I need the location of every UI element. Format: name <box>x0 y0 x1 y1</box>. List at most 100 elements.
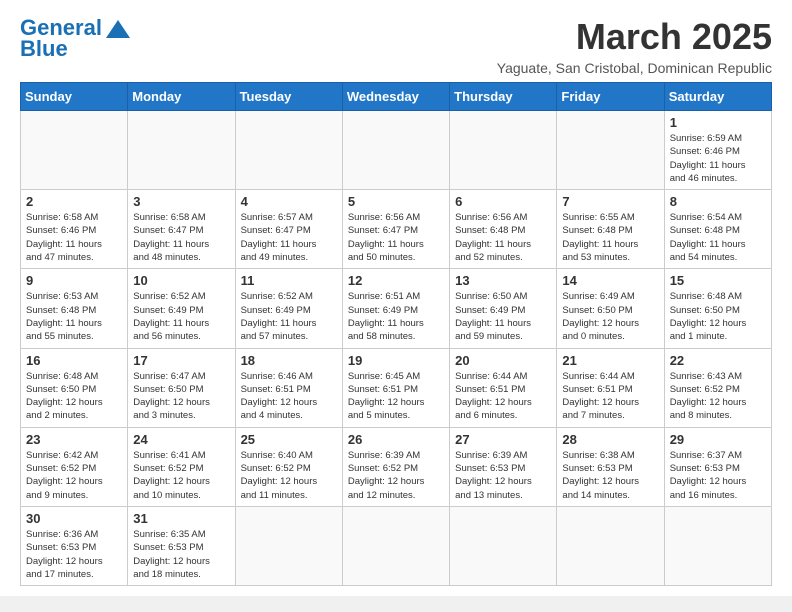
calendar-day-cell: 3 Sunrise: 6:58 AM Sunset: 6:47 PM Daylig… <box>128 190 235 269</box>
day-number: 7 <box>562 194 658 209</box>
day-info: Sunrise: 6:45 AM Sunset: 6:51 PM Dayligh… <box>348 370 444 423</box>
calendar-body: 1 Sunrise: 6:59 AM Sunset: 6:46 PM Daylig… <box>21 111 772 586</box>
logo: General Blue <box>20 16 132 62</box>
calendar-day-cell: 8 Sunrise: 6:54 AM Sunset: 6:48 PM Daylig… <box>664 190 771 269</box>
logo-blue-text: Blue <box>20 36 68 62</box>
header-friday: Friday <box>557 83 664 111</box>
calendar-day-cell: 28 Sunrise: 6:38 AM Sunset: 6:53 PM Dayli… <box>557 427 664 506</box>
page: General Blue March 2025 Yaguate, San Cri… <box>0 0 792 596</box>
day-info: Sunrise: 6:52 AM Sunset: 6:49 PM Dayligh… <box>241 290 337 343</box>
day-info: Sunrise: 6:59 AM Sunset: 6:46 PM Dayligh… <box>670 132 766 185</box>
calendar-day-cell: 30 Sunrise: 6:36 AM Sunset: 6:53 PM Dayli… <box>21 506 128 585</box>
day-number: 5 <box>348 194 444 209</box>
day-info: Sunrise: 6:56 AM Sunset: 6:47 PM Dayligh… <box>348 211 444 264</box>
day-info: Sunrise: 6:58 AM Sunset: 6:46 PM Dayligh… <box>26 211 122 264</box>
calendar-day-cell <box>128 111 235 190</box>
day-info: Sunrise: 6:40 AM Sunset: 6:52 PM Dayligh… <box>241 449 337 502</box>
calendar-day-cell: 6Sunrise: 6:56 AM Sunset: 6:48 PM Daylig… <box>450 190 557 269</box>
calendar-day-cell <box>450 506 557 585</box>
day-number: 8 <box>670 194 766 209</box>
calendar-day-cell <box>664 506 771 585</box>
header-saturday: Saturday <box>664 83 771 111</box>
calendar-week-row: 9 Sunrise: 6:53 AM Sunset: 6:48 PM Daylig… <box>21 269 772 348</box>
header-sunday: Sunday <box>21 83 128 111</box>
day-info: Sunrise: 6:48 AM Sunset: 6:50 PM Dayligh… <box>26 370 122 423</box>
day-number: 25 <box>241 432 337 447</box>
day-number: 14 <box>562 273 658 288</box>
day-info: Sunrise: 6:52 AM Sunset: 6:49 PM Dayligh… <box>133 290 229 343</box>
day-number: 28 <box>562 432 658 447</box>
day-number: 24 <box>133 432 229 447</box>
day-info: Sunrise: 6:47 AM Sunset: 6:50 PM Dayligh… <box>133 370 229 423</box>
calendar-day-cell: 29 Sunrise: 6:37 AM Sunset: 6:53 PM Dayli… <box>664 427 771 506</box>
day-info: Sunrise: 6:44 AM Sunset: 6:51 PM Dayligh… <box>562 370 658 423</box>
day-info: Sunrise: 6:58 AM Sunset: 6:47 PM Dayligh… <box>133 211 229 264</box>
calendar-day-cell: 23Sunrise: 6:42 AM Sunset: 6:52 PM Dayli… <box>21 427 128 506</box>
day-info: Sunrise: 6:37 AM Sunset: 6:53 PM Dayligh… <box>670 449 766 502</box>
day-number: 10 <box>133 273 229 288</box>
day-info: Sunrise: 6:55 AM Sunset: 6:48 PM Dayligh… <box>562 211 658 264</box>
calendar-day-cell: 15Sunrise: 6:48 AM Sunset: 6:50 PM Dayli… <box>664 269 771 348</box>
calendar-day-cell: 20 Sunrise: 6:44 AM Sunset: 6:51 PM Dayli… <box>450 348 557 427</box>
day-info: Sunrise: 6:35 AM Sunset: 6:53 PM Dayligh… <box>133 528 229 581</box>
calendar-week-row: 30 Sunrise: 6:36 AM Sunset: 6:53 PM Dayli… <box>21 506 772 585</box>
day-number: 29 <box>670 432 766 447</box>
day-number: 12 <box>348 273 444 288</box>
calendar-day-cell: 11 Sunrise: 6:52 AM Sunset: 6:49 PM Dayli… <box>235 269 342 348</box>
day-info: Sunrise: 6:49 AM Sunset: 6:50 PM Dayligh… <box>562 290 658 343</box>
header: General Blue March 2025 Yaguate, San Cri… <box>20 16 772 76</box>
day-info: Sunrise: 6:42 AM Sunset: 6:52 PM Dayligh… <box>26 449 122 502</box>
day-info: Sunrise: 6:46 AM Sunset: 6:51 PM Dayligh… <box>241 370 337 423</box>
day-info: Sunrise: 6:50 AM Sunset: 6:49 PM Dayligh… <box>455 290 551 343</box>
day-number: 30 <box>26 511 122 526</box>
day-number: 16 <box>26 353 122 368</box>
calendar-day-cell: 16 Sunrise: 6:48 AM Sunset: 6:50 PM Dayli… <box>21 348 128 427</box>
day-info: Sunrise: 6:41 AM Sunset: 6:52 PM Dayligh… <box>133 449 229 502</box>
calendar-day-cell: 18 Sunrise: 6:46 AM Sunset: 6:51 PM Dayli… <box>235 348 342 427</box>
day-info: Sunrise: 6:56 AM Sunset: 6:48 PM Dayligh… <box>455 211 551 264</box>
day-number: 3 <box>133 194 229 209</box>
calendar-day-cell <box>557 111 664 190</box>
calendar-header: Sunday Monday Tuesday Wednesday Thursday… <box>21 83 772 111</box>
day-number: 21 <box>562 353 658 368</box>
day-info: Sunrise: 6:44 AM Sunset: 6:51 PM Dayligh… <box>455 370 551 423</box>
calendar-week-row: 2Sunrise: 6:58 AM Sunset: 6:46 PM Daylig… <box>21 190 772 269</box>
day-info: Sunrise: 6:36 AM Sunset: 6:53 PM Dayligh… <box>26 528 122 581</box>
day-number: 22 <box>670 353 766 368</box>
calendar-day-cell <box>235 111 342 190</box>
calendar-day-cell: 21 Sunrise: 6:44 AM Sunset: 6:51 PM Dayli… <box>557 348 664 427</box>
calendar-day-cell: 14 Sunrise: 6:49 AM Sunset: 6:50 PM Dayli… <box>557 269 664 348</box>
day-number: 18 <box>241 353 337 368</box>
day-number: 9 <box>26 273 122 288</box>
calendar-day-cell <box>557 506 664 585</box>
calendar-day-cell: 31 Sunrise: 6:35 AM Sunset: 6:53 PM Dayli… <box>128 506 235 585</box>
day-number: 4 <box>241 194 337 209</box>
calendar-day-cell <box>342 111 449 190</box>
day-number: 15 <box>670 273 766 288</box>
calendar-day-cell: 9 Sunrise: 6:53 AM Sunset: 6:48 PM Daylig… <box>21 269 128 348</box>
calendar-day-cell: 25 Sunrise: 6:40 AM Sunset: 6:52 PM Dayli… <box>235 427 342 506</box>
day-number: 13 <box>455 273 551 288</box>
calendar-day-cell: 22Sunrise: 6:43 AM Sunset: 6:52 PM Dayli… <box>664 348 771 427</box>
header-wednesday: Wednesday <box>342 83 449 111</box>
day-info: Sunrise: 6:53 AM Sunset: 6:48 PM Dayligh… <box>26 290 122 343</box>
calendar-day-cell: 19Sunrise: 6:45 AM Sunset: 6:51 PM Dayli… <box>342 348 449 427</box>
day-number: 31 <box>133 511 229 526</box>
day-number: 17 <box>133 353 229 368</box>
day-number: 26 <box>348 432 444 447</box>
day-info: Sunrise: 6:38 AM Sunset: 6:53 PM Dayligh… <box>562 449 658 502</box>
day-number: 20 <box>455 353 551 368</box>
day-number: 11 <box>241 273 337 288</box>
calendar-day-cell: 4Sunrise: 6:57 AM Sunset: 6:47 PM Daylig… <box>235 190 342 269</box>
day-info: Sunrise: 6:51 AM Sunset: 6:49 PM Dayligh… <box>348 290 444 343</box>
calendar-day-cell: 2Sunrise: 6:58 AM Sunset: 6:46 PM Daylig… <box>21 190 128 269</box>
calendar-day-cell <box>235 506 342 585</box>
calendar-day-cell: 5 Sunrise: 6:56 AM Sunset: 6:47 PM Daylig… <box>342 190 449 269</box>
day-number: 1 <box>670 115 766 130</box>
day-info: Sunrise: 6:39 AM Sunset: 6:53 PM Dayligh… <box>455 449 551 502</box>
day-info: Sunrise: 6:54 AM Sunset: 6:48 PM Dayligh… <box>670 211 766 264</box>
title-block: March 2025 Yaguate, San Cristobal, Domin… <box>497 16 772 76</box>
calendar-day-cell <box>21 111 128 190</box>
calendar-title: March 2025 <box>497 16 772 58</box>
weekday-header-row: Sunday Monday Tuesday Wednesday Thursday… <box>21 83 772 111</box>
